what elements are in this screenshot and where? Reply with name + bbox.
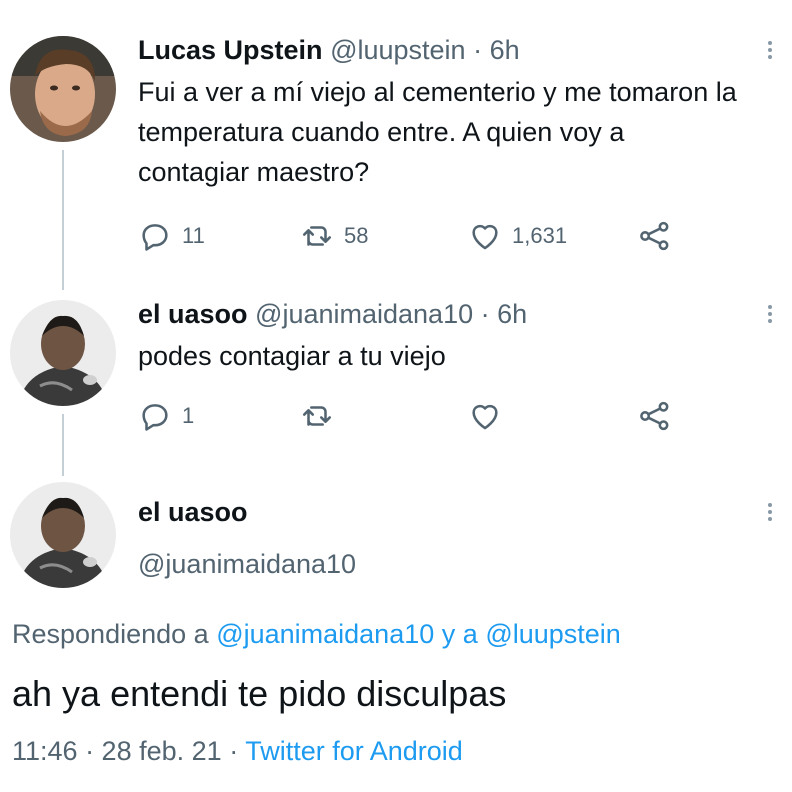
timestamp[interactable]: 6h	[497, 299, 527, 329]
user-handle[interactable]: @juanimaidana10	[138, 548, 356, 580]
retweet-icon	[302, 406, 332, 426]
like-button[interactable]	[468, 398, 502, 434]
share-icon	[640, 401, 669, 431]
avatar[interactable]	[10, 36, 116, 142]
share-button[interactable]	[638, 218, 672, 254]
retweet-icon	[302, 226, 332, 246]
reply-count: 1	[182, 403, 195, 428]
avatar[interactable]	[10, 482, 116, 588]
reply-icon	[142, 224, 168, 251]
replying-to: Respondiendo a @juanimaidana10 y a @luup…	[12, 617, 621, 651]
retweet-button[interactable]: 58	[300, 218, 368, 254]
tweet-actions: 11 58 1,631	[138, 218, 698, 254]
tweet-lucas[interactable]: Lucas Upstein @luupstein · 6h Fui a ver …	[0, 0, 792, 280]
separator: ·	[473, 35, 483, 65]
replying-and: y a	[441, 619, 478, 649]
display-name[interactable]: Lucas Upstein	[138, 35, 323, 65]
separator: ·	[229, 736, 239, 766]
retweet-count: 58	[344, 223, 369, 248]
display-name[interactable]: el uasoo	[138, 496, 248, 528]
avatar[interactable]	[10, 300, 116, 406]
tweet-header: el uasoo @juanimaidana10 · 6h	[138, 298, 527, 330]
reply-count: 11	[182, 223, 205, 248]
reply-button[interactable]: 11	[138, 218, 205, 254]
replying-prefix: Respondiendo a	[12, 619, 209, 649]
timestamp[interactable]: 11:46 · 28 feb. 21	[12, 736, 222, 766]
share-button[interactable]	[638, 398, 672, 434]
like-button[interactable]: 1,631	[468, 218, 567, 254]
mention-link[interactable]: @luupstein	[485, 619, 621, 649]
separator: ·	[480, 299, 490, 329]
reply-icon	[142, 404, 168, 431]
retweet-button[interactable]	[300, 398, 334, 434]
more-vertical-icon[interactable]	[758, 302, 782, 332]
more-vertical-icon[interactable]	[758, 500, 782, 530]
tweet-meta: 11:46 · 28 feb. 21 · Twitter for Android	[12, 734, 463, 768]
user-handle[interactable]: @luupstein	[330, 35, 466, 65]
source-link[interactable]: Twitter for Android	[245, 736, 463, 766]
tweet-text: podes contagiar a tu viejo	[138, 341, 446, 371]
tweet-actions: 1	[138, 398, 698, 434]
tweet-reply[interactable]: el uasoo @juanimaidana10 · 6h podes cont…	[0, 290, 792, 450]
tweet-text: ah ya entendi te pido disculpas	[12, 673, 507, 714]
timestamp[interactable]: 6h	[490, 35, 520, 65]
more-vertical-icon[interactable]	[758, 38, 782, 68]
heart-icon	[472, 404, 498, 430]
reply-button[interactable]: 1	[138, 398, 194, 434]
heart-icon	[472, 224, 498, 250]
like-count: 1,631	[512, 223, 568, 248]
share-icon	[640, 221, 669, 251]
display-name[interactable]: el uasoo	[138, 299, 248, 329]
mention-link[interactable]: @juanimaidana10	[216, 619, 434, 649]
tweet-text: Fui a ver a mí viejo al cementerio y me …	[138, 77, 737, 187]
tweet-header: Lucas Upstein @luupstein · 6h	[138, 34, 520, 66]
user-handle[interactable]: @juanimaidana10	[255, 299, 473, 329]
